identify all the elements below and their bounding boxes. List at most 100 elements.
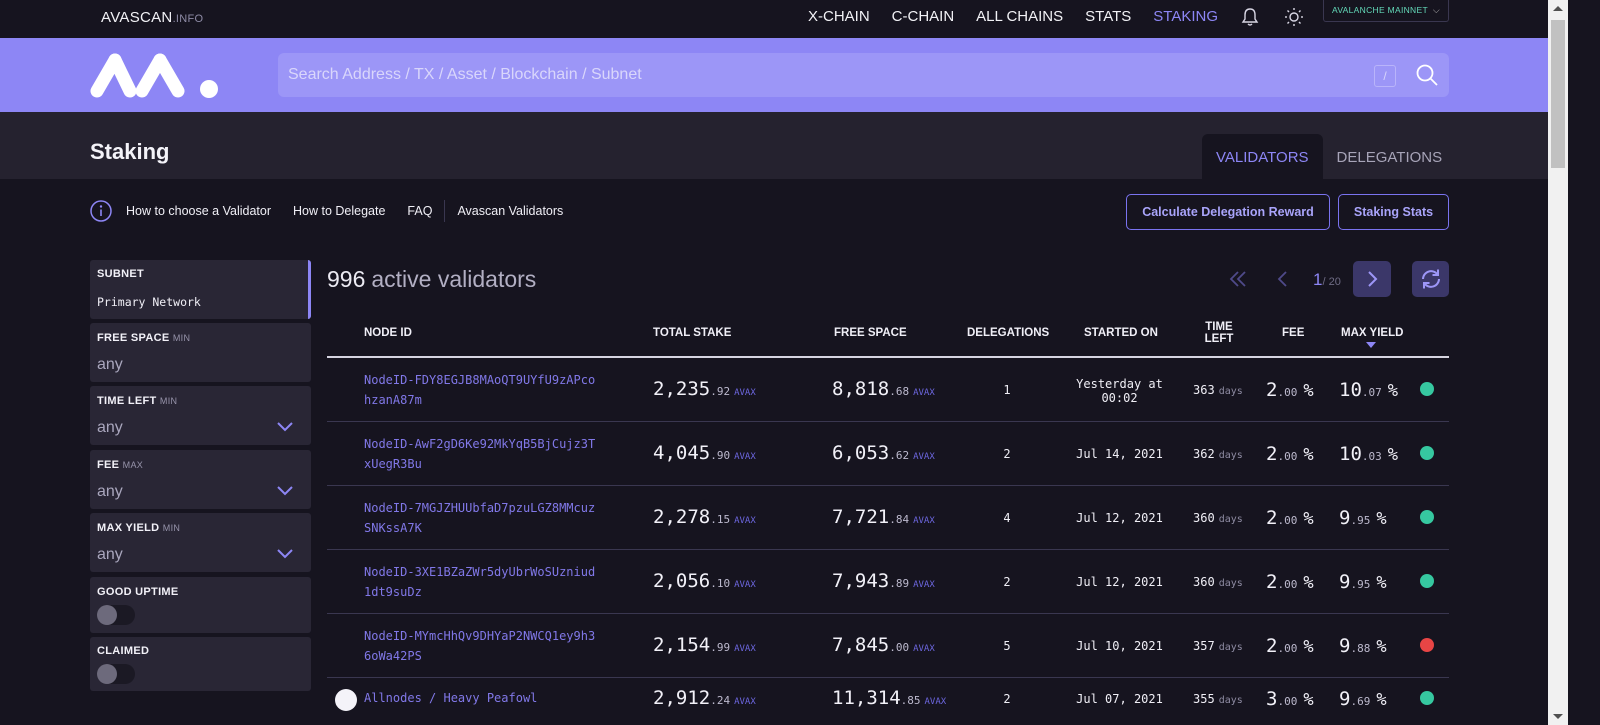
theme-toggle-sun-icon[interactable] [1284,7,1304,27]
bell-icon[interactable] [1241,7,1259,27]
filter-label: FEE [97,459,120,471]
next-page-button[interactable] [1353,261,1391,297]
nav-x-chain[interactable]: X-CHAIN [808,8,870,25]
total-stake-value: 2,278.15 AVAX [653,506,756,528]
link-how-to-choose-validator[interactable]: How to choose a Validator [126,204,271,222]
max-yield-value: 9.69% [1339,688,1387,710]
staking-stats-button[interactable]: Staking Stats [1338,194,1449,230]
started-on-value: Jul 07, 2021 [1076,692,1163,706]
started-on-value: Jul 10, 2021 [1076,639,1163,653]
free-space-value: 11,314.85 AVAX [832,687,947,709]
fee-value: 2.00% [1266,635,1314,657]
table-row[interactable]: NodeID-FDY8EGJB8MAoQT9UYfU9zAPcohzanA87m… [327,358,1449,422]
chevron-right-icon [1368,271,1378,287]
page-scrollbar[interactable] [1548,0,1568,725]
fee-value: 2.00% [1266,571,1314,593]
fee-value: 2.00% [1266,443,1314,465]
tab-validators[interactable]: VALIDATORS [1202,134,1323,179]
previous-page-icon[interactable] [1272,268,1294,290]
toggle-knob [97,664,117,684]
status-dot [1420,446,1434,460]
free-space-value: 7,721.84 AVAX [832,506,935,528]
link-how-to-delegate[interactable]: How to Delegate [293,204,385,222]
delegations-count: 2 [1003,692,1011,706]
node-id-link[interactable]: NodeID-7MGJZHUUbfaD7pzuLGZ8MMcuzSNKssA7K [364,498,599,538]
table-row[interactable]: NodeID-3XE1BZaZWr5dyUbrWoSUzniud1dt9suDz… [327,550,1449,614]
tab-delegations[interactable]: DELEGATIONS [1323,134,1457,179]
time-left-select[interactable]: any [97,419,123,437]
nav-staking[interactable]: STAKING [1153,8,1218,25]
first-page-icon[interactable] [1227,268,1249,290]
col-total-stake[interactable]: TOTAL STAKE [653,327,731,339]
table-row[interactable]: NodeID-AwF2gD6Ke92MkYqB5BjCujz3TxUegR3Bu… [327,422,1449,486]
nav-c-chain[interactable]: C-CHAIN [892,8,955,25]
free-space-input[interactable]: any [97,356,123,374]
search-input[interactable]: Search Address / TX / Asset / Blockchain… [288,66,642,84]
node-id-link[interactable]: NodeID-FDY8EGJB8MAoQT9UYfU9zAPcohzanA87m [364,370,599,410]
chevron-down-icon[interactable] [277,422,293,432]
col-free-space[interactable]: FREE SPACE [834,327,907,339]
chevron-down-icon[interactable] [277,549,293,559]
scrollbar-thumb[interactable] [1551,20,1565,168]
status-dot [1420,510,1434,524]
link-avascan-validators[interactable]: Avascan Validators [457,204,563,222]
help-links: How to choose a Validator How to Delegat… [126,200,563,222]
avascan-logo-icon[interactable] [90,53,220,98]
nav-links: X-CHAIN C-CHAIN ALL CHAINS STATS STAKING [808,8,1218,25]
node-id-link[interactable]: NodeID-MYmcHhQv9DHYaP2NWCQ1ey9h36oWa42PS [364,626,599,666]
filter-free-space[interactable]: FREE SPACE MIN any [90,323,311,382]
col-started-on[interactable]: STARTED ON [1084,327,1158,339]
refresh-button[interactable] [1412,261,1449,297]
fee-value: 2.00% [1266,507,1314,529]
free-space-value: 8,818.68 AVAX [832,378,935,400]
col-node-id[interactable]: NODE ID [364,327,412,339]
staking-tabs: VALIDATORS DELEGATIONS [1202,134,1456,179]
search-icon[interactable] [1415,63,1439,87]
brand-logo-text[interactable]: AVASCAN.INFO [101,9,203,26]
filter-subnet[interactable]: SUBNET Primary Network [90,260,311,319]
link-faq[interactable]: FAQ [407,204,432,222]
max-yield-value: 10.07% [1339,379,1399,401]
table-row[interactable]: Allnodes / Heavy Peafowl 2,912.24 AVAX 11,3… [327,678,1449,725]
node-id-link[interactable]: NodeID-AwF2gD6Ke92MkYqB5BjCujz3TxUegR3Bu [364,434,599,474]
total-stake-value: 2,056.10 AVAX [653,570,756,592]
page-header: Staking VALIDATORS DELEGATIONS [0,112,1548,179]
table-row[interactable]: NodeID-7MGJZHUUbfaD7pzuLGZ8MMcuzSNKssA7K… [327,486,1449,550]
filter-fee[interactable]: FEE MAX any [90,450,311,509]
nav-stats[interactable]: STATS [1085,8,1131,25]
filter-qualifier: MAX [122,460,144,470]
max-yield-select[interactable]: any [97,546,123,564]
chevron-down-icon: ⌵ [1432,5,1440,15]
free-space-value: 7,943.89 AVAX [832,570,935,592]
col-fee[interactable]: FEE [1282,327,1304,339]
chevron-down-icon[interactable] [277,486,293,496]
free-space-value: 7,845.00 AVAX [832,634,935,656]
fee-value: 3.00% [1266,688,1314,710]
time-left-value: 362 days [1193,447,1243,461]
calculate-delegation-reward-button[interactable]: Calculate Delegation Reward [1126,194,1330,230]
node-id-link[interactable]: NodeID-3XE1BZaZWr5dyUbrWoSUzniud1dt9suDz [364,562,599,602]
total-stake-value: 2,154.99 AVAX [653,634,756,656]
fee-select[interactable]: any [97,483,123,501]
table-row[interactable]: NodeID-MYmcHhQv9DHYaP2NWCQ1ey9h36oWa42PS… [327,614,1449,678]
scroll-up-icon[interactable] [1553,6,1563,11]
col-time-left[interactable]: TIME LEFT [1201,321,1237,345]
delegations-count: 2 [1003,575,1011,589]
total-stake-value: 2,912.24 AVAX [653,687,756,709]
col-max-yield[interactable]: MAX YIELD [1341,327,1403,339]
time-left-value: 360 days [1193,575,1243,589]
filter-max-yield[interactable]: MAX YIELD MIN any [90,513,311,572]
delegations-count: 4 [1003,511,1011,525]
scroll-down-icon[interactable] [1553,714,1563,719]
search-bar[interactable]: Search Address / TX / Asset / Blockchain… [278,53,1449,97]
network-selector[interactable]: AVALANCHE MAINNET ⌵ [1323,0,1449,22]
node-id-link[interactable]: Allnodes / Heavy Peafowl [364,688,599,708]
filter-time-left[interactable]: TIME LEFT MIN any [90,386,311,445]
search-band: Search Address / TX / Asset / Blockchain… [0,38,1548,112]
status-dot [1420,691,1434,705]
nav-all-chains[interactable]: ALL CHAINS [976,8,1063,25]
filter-qualifier: MIN [172,333,191,343]
good-uptime-toggle[interactable] [97,605,135,625]
claimed-toggle[interactable] [97,664,135,684]
col-delegations[interactable]: DELEGATIONS [967,327,1049,339]
